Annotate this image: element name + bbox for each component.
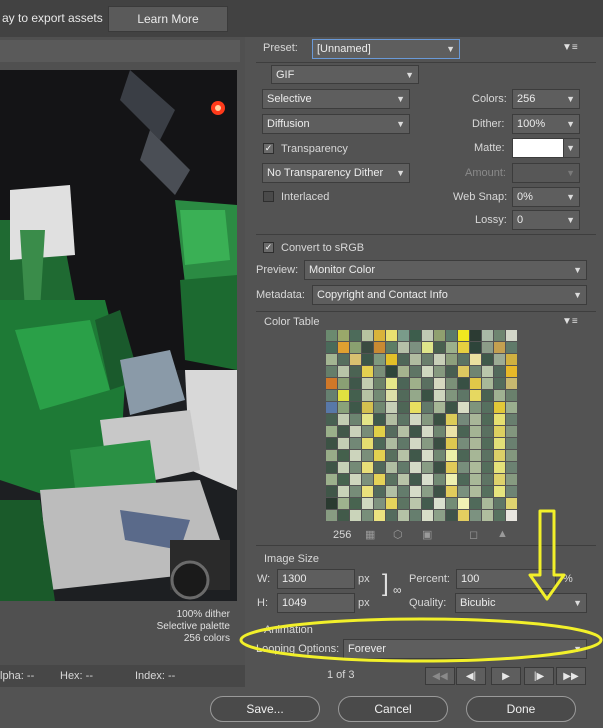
cancel-button[interactable]: Cancel [338, 696, 448, 722]
save-button[interactable]: Save... [210, 696, 320, 722]
highlight-ellipse [239, 617, 603, 663]
annotation-overlay [239, 509, 603, 663]
down-arrow-annotation [528, 509, 566, 601]
done-button[interactable]: Done [466, 696, 576, 722]
